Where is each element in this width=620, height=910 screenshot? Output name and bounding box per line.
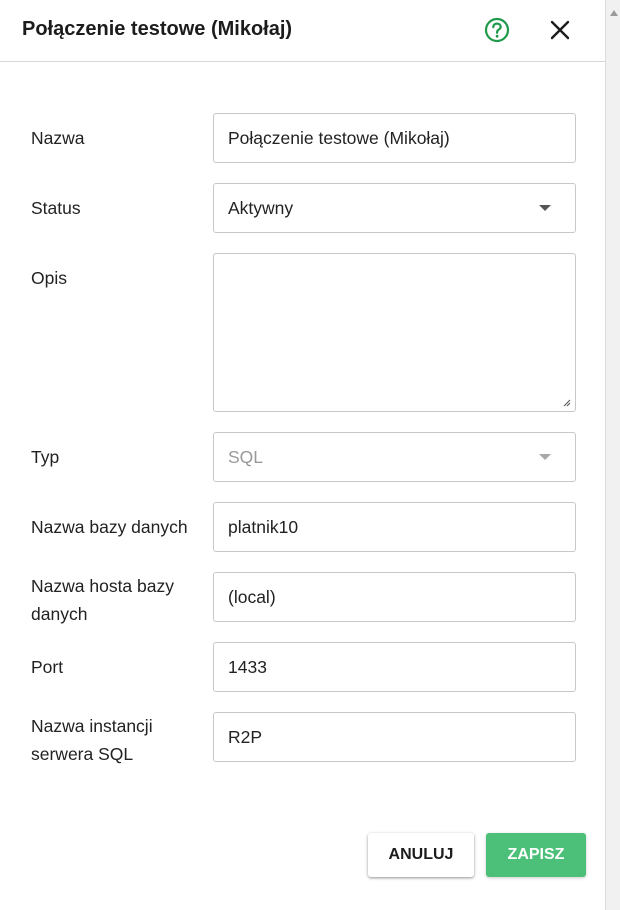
status-select[interactable]: Aktywny — [213, 183, 576, 233]
save-button[interactable]: ZAPISZ — [486, 833, 586, 877]
database-name-input[interactable]: platnik10 — [213, 502, 576, 552]
database-host-input[interactable]: (local) — [213, 572, 576, 622]
database-name-label: Nazwa bazy danych — [31, 517, 188, 537]
type-select-value: SQL — [228, 447, 264, 467]
help-button[interactable] — [484, 17, 510, 43]
chevron-down-icon — [539, 205, 551, 211]
database-host-label: Nazwa hosta bazy danych — [31, 576, 174, 624]
name-input-value: Połączenie testowe (Mikołaj) — [228, 128, 450, 148]
close-button[interactable] — [547, 17, 573, 43]
status-label: Status — [31, 198, 81, 218]
status-select-value: Aktywny — [228, 198, 294, 218]
dialog-title: Połączenie testowe (Mikołaj) — [22, 18, 293, 40]
chevron-down-icon — [539, 454, 551, 460]
connection-dialog: Połączenie testowe (Mikołaj) Nazwa Połąc… — [0, 0, 606, 910]
name-label: Nazwa — [31, 128, 85, 148]
description-label: Opis — [31, 268, 67, 288]
cancel-button[interactable]: ANULUJ — [368, 833, 474, 877]
dialog-header: Połączenie testowe (Mikołaj) — [0, 0, 606, 62]
scroll-up-icon[interactable] — [610, 10, 618, 16]
database-host-input-value: (local) — [228, 587, 276, 607]
port-input-value: 1433 — [228, 657, 267, 677]
description-textarea[interactable] — [213, 253, 576, 412]
sql-instance-label: Nazwa instancji serwera SQL — [31, 716, 153, 764]
port-label: Port — [31, 657, 64, 677]
sql-instance-input[interactable]: R2P — [213, 712, 576, 762]
port-input[interactable]: 1433 — [213, 642, 576, 692]
help-circle-icon — [484, 17, 510, 43]
resize-handle-icon[interactable] — [561, 397, 571, 407]
type-label: Typ — [31, 447, 60, 467]
sql-instance-input-value: R2P — [228, 727, 263, 747]
type-select: SQL — [213, 432, 576, 482]
close-icon — [550, 20, 570, 40]
name-input[interactable]: Połączenie testowe (Mikołaj) — [213, 113, 576, 163]
database-name-input-value: platnik10 — [228, 517, 299, 537]
